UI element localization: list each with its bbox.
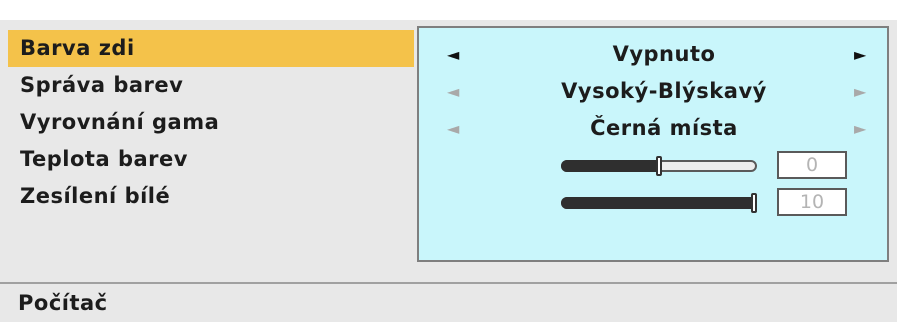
slider-fill (561, 197, 754, 209)
top-margin (0, 0, 897, 20)
menu-item-gamma-correction[interactable]: Vyrovnání gama (8, 104, 414, 141)
color-temperature-control: 0 (419, 147, 887, 184)
picture-settings-panel: Barva zdi Správa barev Vyrovnání gama Te… (0, 20, 897, 282)
value-panel: ◄ Vypnuto ► ◄ Vysoký-Blýskavý ► ◄ Černá … (417, 26, 889, 262)
color-temperature-value-box: 0 (777, 151, 847, 179)
menu-item-wall-color[interactable]: Barva zdi (8, 30, 414, 67)
white-gain-slider[interactable] (561, 193, 757, 213)
left-arrow-icon[interactable]: ◄ (447, 110, 459, 147)
color-management-selector[interactable]: ◄ Vysoký-Blýskavý ► (419, 73, 887, 110)
right-arrow-icon[interactable]: ► (854, 73, 866, 110)
projector-osd-menu: Barva zdi Správa barev Vyrovnání gama Te… (0, 0, 897, 322)
left-arrow-icon[interactable]: ◄ (447, 73, 459, 110)
menu-item-color-management[interactable]: Správa barev (8, 67, 414, 104)
input-source-label: Počítač (18, 291, 108, 315)
menu-item-color-temperature[interactable]: Teplota barev (8, 141, 414, 178)
wall-color-selector[interactable]: ◄ Vypnuto ► (419, 36, 887, 73)
color-management-value: Vysoký-Blýskavý (561, 79, 767, 103)
left-arrow-icon[interactable]: ◄ (447, 36, 459, 73)
slider-thumb[interactable] (656, 156, 662, 176)
gamma-correction-selector[interactable]: ◄ Černá místa ► (419, 110, 887, 147)
white-gain-control: 10 (419, 184, 887, 221)
wall-color-value: Vypnuto (612, 42, 716, 66)
input-source-bar: Počítač (0, 284, 897, 322)
settings-list: Barva zdi Správa barev Vyrovnání gama Te… (8, 30, 414, 215)
slider-fill (561, 160, 659, 172)
white-gain-value-box: 10 (777, 188, 847, 216)
color-temperature-slider[interactable] (561, 156, 757, 176)
right-arrow-icon[interactable]: ► (854, 110, 866, 147)
slider-thumb[interactable] (751, 193, 757, 213)
gamma-correction-value: Černá místa (590, 116, 738, 140)
menu-item-white-gain[interactable]: Zesílení bílé (8, 178, 414, 215)
right-arrow-icon[interactable]: ► (854, 36, 866, 73)
